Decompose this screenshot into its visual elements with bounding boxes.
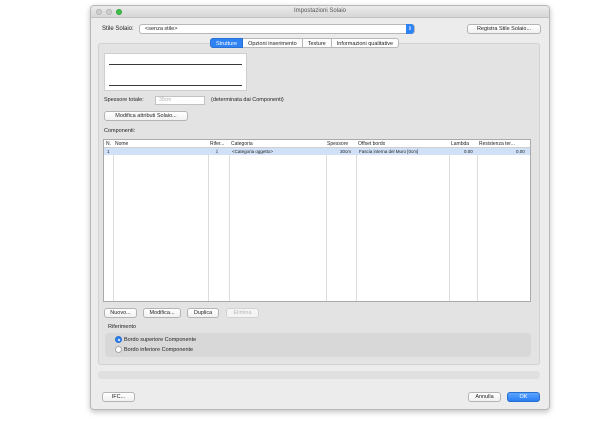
delete-component-button[interactable]: Elimina [226,308,259,318]
ifc-button[interactable]: IFC... [102,392,135,402]
table-header: N. Nome Rifer... Categoria Spessore Offs… [104,140,530,148]
style-label: Stile Solaio: [102,26,134,32]
reference-label: Riferimento [108,324,137,330]
radio-bottom-edge[interactable] [115,346,122,353]
new-component-button[interactable]: Nuovo... [104,308,137,318]
column-header-resistenza[interactable]: Resistenza ter... [479,141,531,147]
bottom-divider [98,371,540,379]
column-header-n[interactable]: N. [106,141,111,147]
column-header-lambda[interactable]: Lambda [451,141,469,147]
slab-preview [104,53,247,91]
cell-spessore: 30cm [340,149,352,154]
radio-top-edge[interactable] [115,336,122,343]
tab-informazioni-qualitative[interactable]: Informazioni qualitative [331,38,400,48]
style-select-value: <senza stile> [145,26,178,32]
tab-strutture[interactable]: Strutture [210,38,244,48]
modify-attributes-button[interactable]: Modifica attributi Solaio... [104,111,188,121]
tab-opzioni-inserimento[interactable]: Opzioni inserimento [243,38,303,48]
duplicate-component-button[interactable]: Duplica [187,308,219,318]
components-label: Componenti: [104,128,136,134]
thickness-note: (determinata dai Componenti) [211,97,284,103]
column-header-riferimento[interactable]: Rifer... [210,141,229,147]
settings-window: Impostazioni Solaio Stile Solaio: <senza… [90,5,550,410]
cell-resistenza: 0.00 [516,149,525,154]
cell-n: 1 [107,149,110,154]
title-bar[interactable]: Impostazioni Solaio [91,6,549,18]
column-header-nome[interactable]: Nome [115,141,128,147]
window-title: Impostazioni Solaio [293,8,347,14]
thickness-input[interactable]: 30cm [155,96,205,105]
ok-button[interactable]: OK [507,392,540,402]
arrow-down-icon: ⇩ [215,149,219,154]
column-header-categoria[interactable]: Categoria [231,141,253,147]
preview-top-line [109,64,242,65]
radio-top-edge-label[interactable]: Bordo superiore Componente [124,337,196,343]
cell-categoria: <Categoria oggetto> [232,149,274,154]
radio-bottom-edge-label[interactable]: Bordo inferiore Componente [124,347,193,353]
register-style-button[interactable]: Registra Stile Solaio... [467,24,541,34]
cell-lambda: 0.00 [464,149,473,154]
column-header-offset[interactable]: Offset bordo [358,141,385,147]
chevron-updown-icon: ⇕ [406,24,414,34]
cancel-button[interactable]: Annulla [468,392,501,402]
thickness-label: Spessore totale: [104,97,144,103]
preview-bottom-line [109,85,242,86]
style-select[interactable]: <senza stile> ⇕ [139,24,415,34]
reference-group: Bordo superiore Componente Bordo inferio… [105,333,531,357]
column-header-spessore[interactable]: Spessore [327,141,348,147]
cell-offset: Fascia interna del Muro [0cm] [359,149,419,154]
components-table[interactable]: N. Nome Rifer... Categoria Spessore Offs… [103,139,531,302]
tab-texture[interactable]: Texture [302,38,332,48]
tab-bar: Strutture Opzioni inserimento Texture In… [210,38,400,48]
edit-component-button[interactable]: Modifica... [143,308,181,318]
table-row[interactable]: 1 ⇩ <Categoria oggetto> 30cm Fascia inte… [104,148,530,155]
